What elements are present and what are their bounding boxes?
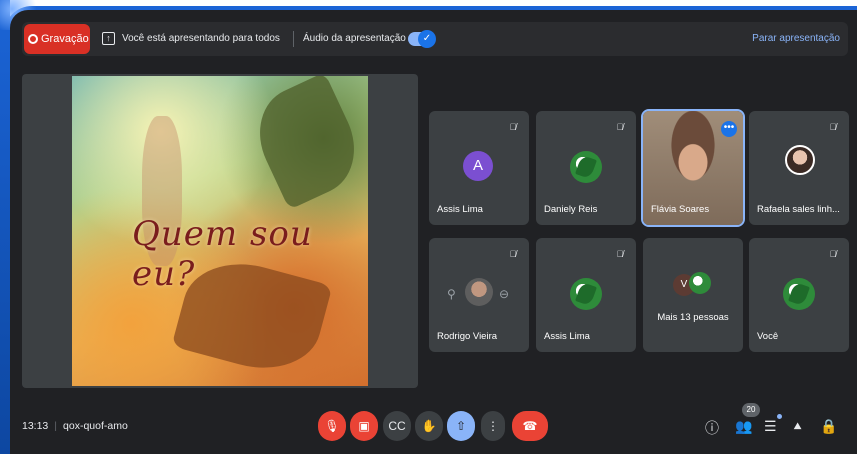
participant-name: Assis Lima [544,331,590,342]
mic-off-icon: 🎙̸ [616,249,624,259]
participant-tile[interactable]: 🎙̸ Daniely Reis [536,111,636,225]
slide-title: Quem sou eu? [132,214,313,294]
mic-off-icon: 🎙̸ [829,249,837,259]
notification-dot [777,414,782,419]
mic-off-icon: 🎙̸ [829,122,837,132]
activities-icon[interactable]: ⯅ [792,418,803,435]
people-icon[interactable]: 👥 [735,418,752,435]
stop-presenting-link[interactable]: Parar apresentação [752,33,840,44]
mic-off-icon: 🎙 [324,419,340,433]
participant-count-badge: 20 [742,403,760,417]
participant-tile[interactable]: 🎙̸ ⚲ ⊖ Rodrigo Vieira [429,238,529,352]
presentation-stage: Quem sou eu? [22,74,418,388]
avatar [783,278,815,310]
avatar [570,151,602,183]
pin-icon[interactable]: ⚲ [447,287,456,301]
present-icon: ⇧ [455,419,467,433]
mic-off-icon: 🎙̸ [509,249,517,259]
desktop-edge [0,0,10,454]
participant-name: Assis Lima [437,204,483,215]
meeting-code: qox-quof-amo [63,420,128,432]
hand-icon: ✋ [421,419,437,433]
camera-off-icon: ▣ [358,419,370,433]
recording-button[interactable]: Gravação [24,24,90,54]
avatar [785,145,815,175]
record-icon [28,34,38,44]
info-icon[interactable]: ⓘ [705,418,719,438]
avatar [465,278,493,306]
remove-icon[interactable]: ⊖ [499,287,509,301]
meeting-info: 13:13 | qox-quof-amo [22,420,128,432]
captions-icon: CC [388,419,406,433]
participant-name: Daniely Reis [544,204,598,215]
mic-off-icon: 🎙̸ [616,122,624,132]
more-options-icon[interactable]: ••• [721,121,737,137]
camera-toggle-button[interactable]: ▣ [350,411,378,441]
present-button[interactable]: ⇧ [447,411,475,441]
avatar [689,272,711,294]
chat-icon[interactable]: ☰ [764,418,777,435]
slide-image: Quem sou eu? [72,76,368,386]
participant-tile[interactable]: 🎙̸ Rafaela sales linh... [749,111,849,225]
participant-name: Rafaela sales linh... [757,204,840,215]
phone-hangup-icon: ☎ [522,419,538,433]
mic-toggle-button[interactable]: 🎙 [318,411,346,441]
present-screen-icon: ↑ [102,32,115,45]
captions-button[interactable]: CC [383,411,411,441]
presenting-text: Você está apresentando para todos [122,33,280,44]
avatar [570,278,602,310]
bar-divider [293,31,294,47]
audio-toggle[interactable]: ✓ [408,30,436,48]
more-people-label: Mais 13 pessoas [657,312,729,323]
butterfly-decoration [242,76,368,210]
meeting-time: 13:13 [22,420,49,432]
checkmark-icon: ✓ [418,30,436,48]
participant-tile-speaking[interactable]: ••• Flávia Soares [641,109,745,227]
participant-tile[interactable]: 🎙̸ A Assis Lima [429,111,529,225]
avatar: A [463,151,493,181]
more-people-tile[interactable]: V Mais 13 pessoas [643,238,743,352]
host-controls-icon[interactable]: 🔒 [820,418,837,435]
audio-label: Áudio da apresentação [303,33,406,44]
raise-hand-button[interactable]: ✋ [415,411,443,441]
participant-tile[interactable]: 🎙̸ Assis Lima [536,238,636,352]
hang-up-button[interactable]: ☎ [512,411,548,441]
participant-name: Rodrigo Vieira [437,331,498,342]
more-options-button[interactable]: ⋮ [481,411,505,441]
mic-off-icon: 🎙̸ [509,122,517,132]
participant-name: Flávia Soares [651,204,710,215]
presentation-bar: Gravação ↑ Você está apresentando para t… [22,22,848,56]
more-vert-icon: ⋮ [487,419,499,433]
self-tile[interactable]: 🎙̸ Você [749,238,849,352]
participant-name: Você [757,331,779,342]
recording-label: Gravação [41,33,89,45]
